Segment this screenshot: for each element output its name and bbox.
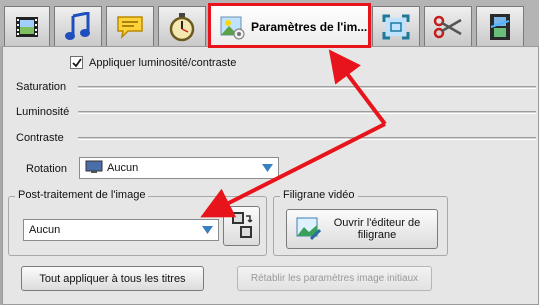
chevron-down-icon[interactable] xyxy=(200,223,215,237)
postprocess-value: Aucun xyxy=(29,224,61,236)
brightness-label: Luminosité xyxy=(16,106,70,118)
watermark-image-icon xyxy=(295,215,322,244)
saturation-slider[interactable] xyxy=(78,85,536,89)
apply-all-titles-label: Tout appliquer à tous les titres xyxy=(39,272,186,285)
watermark-title: Filigrane vidéo xyxy=(280,189,358,201)
tab-crop[interactable] xyxy=(372,6,420,46)
compare-frames-button[interactable] xyxy=(223,206,260,246)
tab-audio[interactable] xyxy=(54,6,102,46)
scissors-icon xyxy=(433,14,463,40)
tab-timer[interactable] xyxy=(158,6,206,46)
contrast-label: Contraste xyxy=(16,132,64,144)
tab-subtitles[interactable] xyxy=(106,6,154,46)
watermark-group: Filigrane vidéo Ouvrir l'éditeur de fili… xyxy=(273,189,448,256)
film-icon xyxy=(14,14,40,40)
apply-brightness-label: Appliquer luminosité/contraste xyxy=(89,56,237,69)
rotation-value: Aucun xyxy=(107,162,139,174)
music-note-icon xyxy=(64,11,92,42)
postprocess-select[interactable]: Aucun xyxy=(23,219,219,241)
saturation-row: Saturation xyxy=(16,79,536,95)
brightness-slider[interactable] xyxy=(78,110,536,114)
checkmark-icon xyxy=(71,57,82,67)
image-settings-panel: Appliquer luminosité/contraste Saturatio… xyxy=(2,46,539,305)
crop-frame-icon xyxy=(382,14,410,40)
tab-cut[interactable] xyxy=(424,6,472,46)
stopwatch-icon xyxy=(168,12,196,42)
saturation-label: Saturation xyxy=(16,81,67,93)
contrast-row: Contraste xyxy=(16,130,536,146)
postprocess-title: Post-traitement de l'image xyxy=(15,189,149,201)
postprocess-group: Post-traitement de l'image Aucun xyxy=(8,189,267,256)
rotation-select[interactable]: Aucun xyxy=(79,157,279,179)
tab-effects[interactable] xyxy=(476,6,524,46)
monitor-icon xyxy=(85,160,103,177)
open-watermark-editor-label: Ouvrir l'éditeur de filigrane xyxy=(333,217,421,241)
apply-brightness-row[interactable]: Appliquer luminosité/contraste xyxy=(70,56,236,69)
highlight-annotation-box xyxy=(208,3,371,48)
speech-bubble-icon xyxy=(116,14,144,40)
contrast-slider[interactable] xyxy=(78,136,536,140)
film-strip-icon xyxy=(487,13,513,41)
open-watermark-editor-button[interactable]: Ouvrir l'éditeur de filigrane xyxy=(286,209,438,249)
rotation-label: Rotation xyxy=(26,163,67,175)
apply-all-titles-button[interactable]: Tout appliquer à tous les titres xyxy=(21,266,204,291)
reset-image-settings-button[interactable]: Rétablir les paramètres image initiaux xyxy=(237,266,432,291)
reset-image-settings-label: Rétablir les paramètres image initiaux xyxy=(250,273,419,284)
apply-brightness-checkbox[interactable] xyxy=(70,56,83,69)
brightness-row: Luminosité xyxy=(16,104,536,120)
compare-frames-icon xyxy=(230,210,254,243)
tab-video[interactable] xyxy=(4,6,50,46)
chevron-down-icon[interactable] xyxy=(260,161,275,175)
